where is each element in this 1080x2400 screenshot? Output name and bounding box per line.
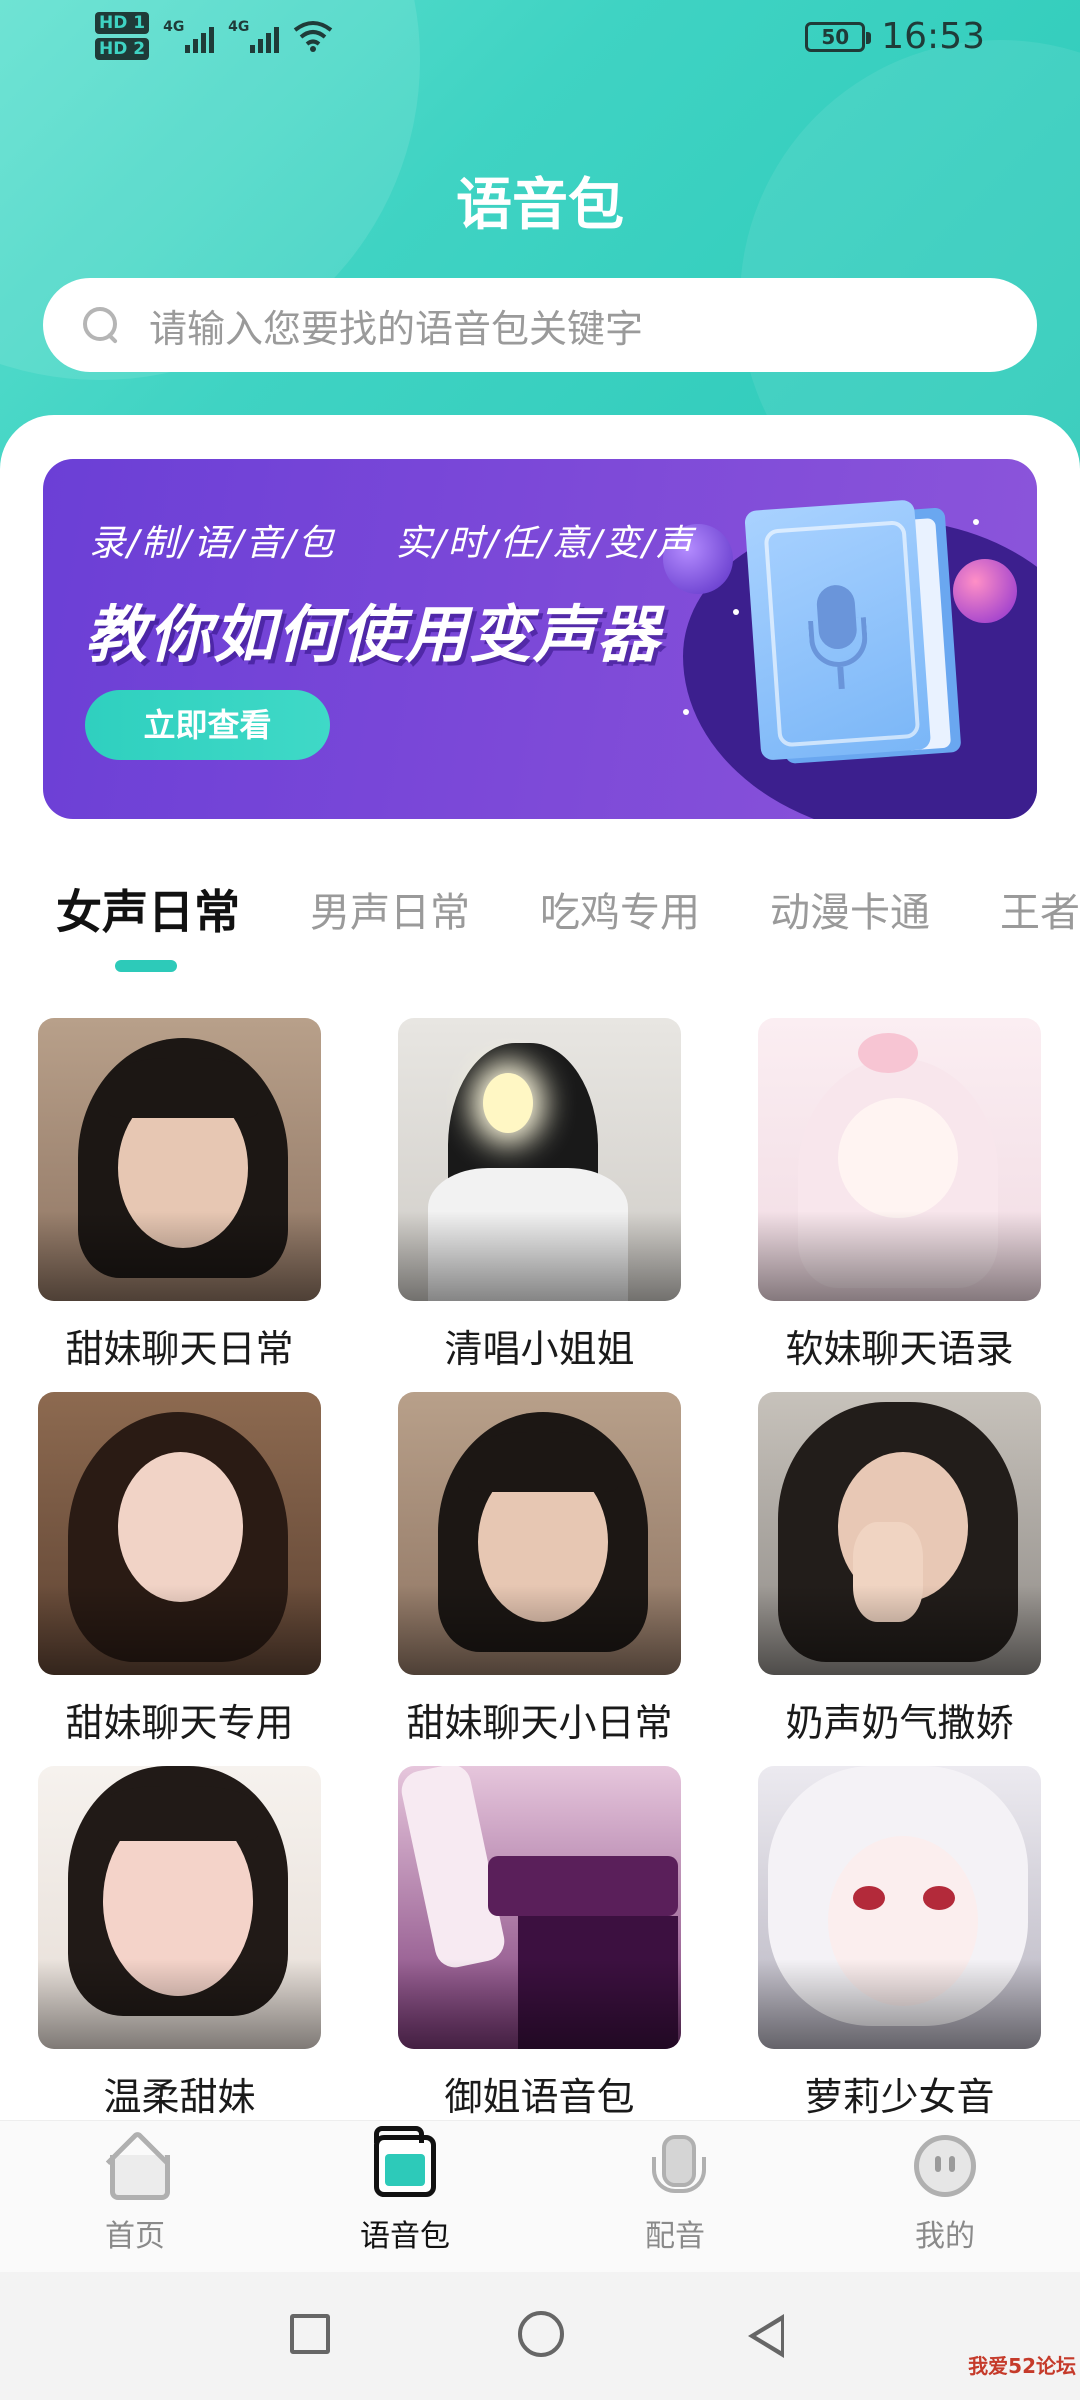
voice-pack-card[interactable]: 29 条 21579 奶声奶气撒娇 bbox=[758, 1392, 1041, 1745]
banner-headline: 教你如何使用变声器 bbox=[85, 598, 662, 671]
voice-pack-icon bbox=[374, 2126, 436, 2197]
hd-badge-1: HD 1 bbox=[95, 12, 150, 34]
voice-pack-title: 奶声奶气撒娇 bbox=[785, 1701, 1014, 1745]
nav-dubbing[interactable]: 配音 bbox=[595, 2135, 755, 2255]
recents-button[interactable] bbox=[290, 2314, 330, 2354]
voice-pack-card[interactable]: 12 条 14740 甜妹聊天专用 bbox=[38, 1392, 321, 1745]
voice-pack-title: 温柔甜妹 bbox=[103, 2075, 256, 2119]
home-button[interactable] bbox=[518, 2311, 564, 2357]
tab-honor-of-kings[interactable]: 王者 bbox=[1000, 880, 1080, 938]
tab-male-daily[interactable]: 男声日常 bbox=[310, 880, 470, 938]
voice-pack-thumbnail bbox=[38, 1392, 321, 1675]
banner-subtitle: 录/制/语/音/包 实/时/任/意/变/声 bbox=[89, 523, 695, 564]
status-bar: HD 1 HD 2 4G 4G 50 16:53 bbox=[0, 0, 1080, 80]
nav-profile[interactable]: 我的 bbox=[865, 2135, 1025, 2255]
voice-pack-title: 御姐语音包 bbox=[444, 2075, 635, 2119]
voice-pack-card[interactable]: 9 条 661 萝莉少女音 bbox=[758, 1766, 1041, 2119]
voice-pack-card[interactable]: 17 条 30791 御姐语音包 bbox=[398, 1766, 681, 2119]
voice-pack-thumbnail bbox=[38, 1018, 321, 1301]
back-button[interactable] bbox=[748, 2314, 784, 2358]
voice-pack-thumbnail bbox=[758, 1018, 1041, 1301]
view-now-button[interactable]: 立即查看 bbox=[85, 690, 330, 760]
voice-pack-card[interactable]: 8 条 14874 软妹聊天语录 bbox=[758, 1018, 1041, 1371]
voice-pack-thumbnail bbox=[38, 1766, 321, 2049]
voice-pack-thumbnail bbox=[758, 1766, 1041, 2049]
page-title: 语音包 bbox=[456, 173, 624, 238]
voice-pack-card[interactable]: 10 条 7725 甜妹聊天日常 bbox=[38, 1018, 321, 1371]
search-input[interactable]: 请输入您要找的语音包关键字 bbox=[149, 298, 643, 353]
wifi-icon bbox=[293, 21, 333, 52]
voice-pack-card[interactable]: 25 条 22178 甜妹聊天小日常 bbox=[398, 1392, 681, 1745]
nav-label: 首页 bbox=[105, 2219, 165, 2254]
system-navigation-bar bbox=[0, 2272, 1080, 2400]
nav-label: 语音包 bbox=[360, 2219, 450, 2254]
microphone-icon bbox=[644, 2135, 706, 2197]
battery-icon: 50 bbox=[805, 21, 872, 52]
tab-female-daily[interactable]: 女声日常 bbox=[56, 880, 240, 942]
nav-label: 配音 bbox=[645, 2219, 705, 2254]
voice-book-illustration bbox=[744, 497, 962, 770]
voice-pack-thumbnail bbox=[398, 1018, 681, 1301]
nav-voice-pack[interactable]: 语音包 bbox=[325, 2126, 485, 2255]
voice-pack-thumbnail bbox=[758, 1392, 1041, 1675]
voice-pack-thumbnail bbox=[398, 1766, 681, 2049]
microphone-icon bbox=[806, 583, 872, 697]
planet-icon bbox=[953, 559, 1017, 623]
voice-pack-title: 清唱小姐姐 bbox=[444, 1327, 635, 1371]
nav-home[interactable]: 首页 bbox=[55, 2135, 215, 2255]
search-bar[interactable]: 请输入您要找的语音包关键字 bbox=[43, 278, 1037, 372]
profile-icon bbox=[914, 2135, 976, 2197]
voice-pack-title: 甜妹聊天日常 bbox=[65, 1327, 294, 1371]
promo-banner[interactable]: 录/制/语/音/包 实/时/任/意/变/声 教你如何使用变声器 立即查看 bbox=[43, 459, 1037, 819]
voice-pack-card[interactable]: 14 条 14296 温柔甜妹 bbox=[38, 1766, 321, 2119]
voice-pack-card[interactable]: 5 条 11016 清唱小姐姐 bbox=[398, 1018, 681, 1371]
tab-anime[interactable]: 动漫卡通 bbox=[770, 880, 930, 938]
home-icon bbox=[104, 2135, 170, 2200]
star-icon bbox=[973, 519, 979, 525]
voice-pack-title: 软妹聊天语录 bbox=[785, 1327, 1014, 1371]
hd-badge-2: HD 2 bbox=[95, 38, 150, 60]
bottom-navigation: 首页 语音包 配音 我的 bbox=[0, 2120, 1080, 2272]
clock: 16:53 bbox=[881, 16, 985, 57]
nav-label: 我的 bbox=[915, 2219, 975, 2254]
voice-pack-title: 萝莉少女音 bbox=[804, 2075, 995, 2119]
search-icon bbox=[81, 305, 121, 345]
signal-icon-1: 4G bbox=[163, 19, 215, 53]
watermark: 我爱52论坛 bbox=[968, 2354, 1076, 2378]
signal-icon-2: 4G bbox=[228, 19, 280, 53]
star-icon bbox=[683, 709, 689, 715]
voice-pack-thumbnail bbox=[398, 1392, 681, 1675]
voice-pack-title: 甜妹聊天小日常 bbox=[406, 1701, 673, 1745]
voice-pack-title: 甜妹聊天专用 bbox=[65, 1701, 294, 1745]
star-icon bbox=[733, 609, 739, 615]
tab-indicator bbox=[115, 960, 177, 972]
tab-pubg[interactable]: 吃鸡专用 bbox=[540, 880, 700, 938]
